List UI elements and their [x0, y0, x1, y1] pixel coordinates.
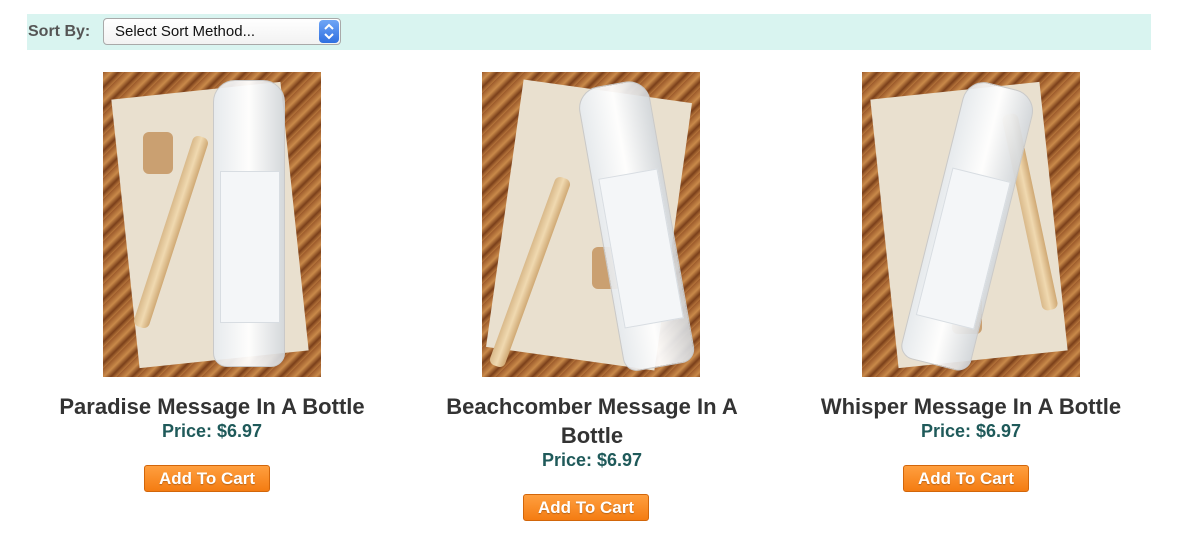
add-to-cart-button[interactable]: Add To Cart	[523, 494, 649, 521]
product-title[interactable]: Paradise Message In A Bottle	[27, 392, 397, 421]
product-image[interactable]	[862, 72, 1080, 377]
cork-image	[143, 132, 173, 174]
product-title[interactable]: Whisper Message In A Bottle	[786, 392, 1156, 421]
add-to-cart-button[interactable]: Add To Cart	[903, 465, 1029, 492]
product-price: Price: $6.97	[541, 450, 643, 470]
product-image[interactable]	[482, 72, 700, 377]
product-title[interactable]: Beachcomber Message In A Bottle	[437, 392, 747, 450]
add-to-cart-button[interactable]: Add To Cart	[144, 465, 270, 492]
sort-method-select[interactable]: Select Sort Method...	[103, 18, 341, 45]
product-image[interactable]	[103, 72, 321, 377]
sort-by-label: Sort By:	[28, 23, 91, 40]
product-price: Price: $6.97	[161, 421, 263, 441]
bottle-image	[213, 80, 285, 367]
sort-method-selected-value: Select Sort Method...	[115, 23, 256, 40]
sort-bar: Sort By: Select Sort Method...	[27, 14, 1151, 50]
select-stepper-icon[interactable]	[319, 20, 339, 43]
product-price: Price: $6.97	[920, 421, 1022, 441]
